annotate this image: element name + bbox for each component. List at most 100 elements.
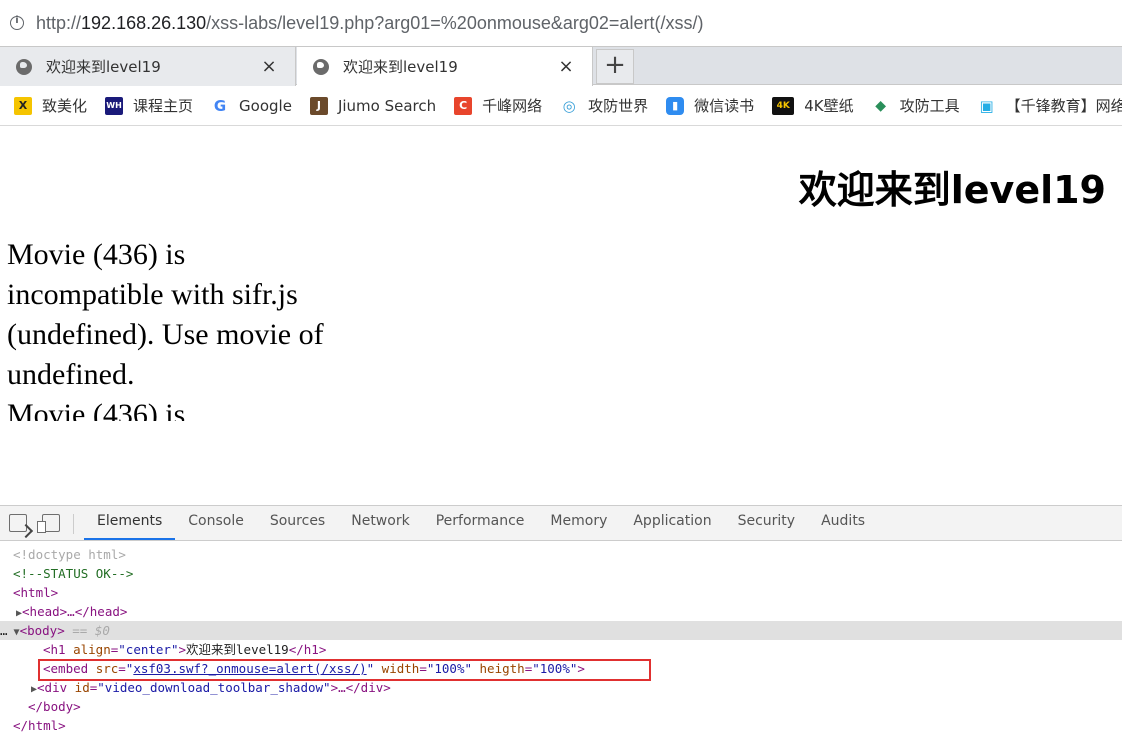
inspect-element-icon[interactable] xyxy=(9,514,27,532)
tab-application[interactable]: Application xyxy=(620,505,724,540)
bookmarks-bar: X 致美化 WH 课程主页 G Google J Jiumo Search C 千峰网络 … xyxy=(0,86,1122,126)
globe-icon xyxy=(313,58,329,75)
page-content: 欢迎来到level19 Movie (436) is incompatible … xyxy=(0,127,1122,505)
body-tag: <body> xyxy=(19,623,65,638)
bookmark-item[interactable]: C 千峰网络 xyxy=(454,95,542,116)
tab-memory[interactable]: Memory xyxy=(537,505,620,540)
dom-node-comment[interactable]: <!--STATUS OK--> xyxy=(0,564,1122,583)
tab-security[interactable]: Security xyxy=(725,505,809,540)
bilibili-logo-icon: ▣ xyxy=(977,96,996,115)
dom-node-embed[interactable]: <embed src="xsf03.swf?_onmouse=alert(/xs… xyxy=(0,659,1122,681)
tab-audits[interactable]: Audits xyxy=(808,505,878,540)
attr-value: "video_download_toolbar_shadow" xyxy=(97,680,331,695)
bookmark-label: 4K壁纸 xyxy=(804,97,854,115)
comment-text: <!--STATUS OK--> xyxy=(13,566,134,581)
toolbar-divider xyxy=(73,514,74,534)
url-text[interactable]: http://192.168.26.130/xss-labs/level19.p… xyxy=(36,13,703,34)
embedded-movie-area[interactable]: Movie (436) is incompatible with sifr.js… xyxy=(7,235,377,421)
shield-logo-icon: ◆ xyxy=(871,96,890,115)
dom-node-head[interactable]: ▶<head>…</head> xyxy=(0,602,1122,621)
bookmark-label: 致美化 xyxy=(42,97,88,115)
tab-network[interactable]: Network xyxy=(338,505,422,540)
bookmark-item[interactable]: G Google xyxy=(211,96,292,115)
movie-text-line: (undefined). Use movie of xyxy=(7,318,324,351)
movie-text-line: incompatible with sifr.js xyxy=(7,278,298,311)
attr-name: align xyxy=(73,642,111,657)
weread-logo-icon: ▮ xyxy=(666,96,685,115)
device-toolbar-icon[interactable] xyxy=(37,514,60,533)
tab-title: 欢迎来到level19 xyxy=(343,58,458,76)
attr-value: "center" xyxy=(118,642,179,657)
bookmark-item[interactable]: ◆ 攻防工具 xyxy=(871,95,960,116)
tab-strip: 欢迎来到level19 × 欢迎来到level19 × + xyxy=(0,46,1122,86)
movie-text-line: Movie (436) is xyxy=(7,398,186,421)
bookmark-item[interactable]: WH 课程主页 xyxy=(105,95,193,116)
html-open-tag: <html> xyxy=(13,585,59,600)
h1-close-tag: </h1> xyxy=(288,642,327,657)
url-host: 192.168.26.130 xyxy=(81,12,207,33)
head-tag: <head>…</head> xyxy=(22,604,128,619)
jiumo-logo-icon: J xyxy=(309,96,328,115)
tab-sources[interactable]: Sources xyxy=(257,505,338,540)
tab-title: 欢迎来到level19 xyxy=(46,58,161,76)
more-options-icon[interactable]: … xyxy=(0,623,8,638)
4k-logo-icon: 4K xyxy=(772,96,795,115)
bookmark-label: 课程主页 xyxy=(133,97,194,115)
html-close-tag: </html> xyxy=(13,718,66,732)
dom-node-body-close[interactable]: </body> xyxy=(0,697,1122,716)
site-info-icon[interactable] xyxy=(10,15,24,30)
devtools-toolbar: Elements Console Sources Network Perform… xyxy=(0,506,1122,541)
dom-node-h1[interactable]: <h1 align="center">欢迎来到level19</h1> xyxy=(0,640,1122,659)
div-close-tag: >…</div> xyxy=(330,680,391,695)
tag-bracket: > xyxy=(178,642,187,657)
bookmark-label: 攻防工具 xyxy=(899,97,960,115)
bookmark-label: 千峰网络 xyxy=(482,97,543,115)
h1-open-tag: <h1 xyxy=(43,642,74,657)
address-bar[interactable]: http://192.168.26.130/xss-labs/level19.p… xyxy=(0,0,1122,46)
browser-tab-2[interactable]: 欢迎来到level19 × xyxy=(297,47,593,86)
movie-text-line: undefined. xyxy=(7,358,135,391)
bookmark-item[interactable]: 4K 4K壁纸 xyxy=(772,95,854,116)
dom-tree: <!doctype html> <!--STATUS OK--> <html> … xyxy=(0,541,1122,732)
google-logo-icon: G xyxy=(211,96,230,115)
devtools-panel: Elements Console Sources Network Perform… xyxy=(0,505,1122,732)
dom-node-html[interactable]: <html> xyxy=(0,583,1122,602)
selected-marker: == $0 xyxy=(64,623,110,638)
dom-node-body[interactable]: … ▼<body> == $0 xyxy=(0,621,1122,640)
browser-tab-1[interactable]: 欢迎来到level19 × xyxy=(0,47,296,86)
bookmark-label: 攻防世界 xyxy=(588,97,649,115)
bookmark-label: Jiumo Search xyxy=(337,96,437,115)
bookmark-item[interactable]: ◎ 攻防世界 xyxy=(560,95,648,116)
bookmark-item[interactable]: X 致美化 xyxy=(14,95,87,116)
collapse-triangle-icon[interactable]: ▼ xyxy=(8,627,20,638)
bookmark-item[interactable]: ▣ 【千锋教育】网络... xyxy=(977,95,1122,116)
body-close-tag: </body> xyxy=(28,699,81,714)
tab-console[interactable]: Console xyxy=(175,505,257,540)
dom-node-html-close[interactable]: </html> xyxy=(0,716,1122,732)
qianfeng-logo-icon: C xyxy=(454,96,473,115)
dom-node-doctype[interactable]: <!doctype html> xyxy=(0,545,1122,564)
close-tab-icon[interactable]: × xyxy=(259,56,279,77)
globe-icon xyxy=(16,58,32,75)
bookmark-label: 微信读书 xyxy=(694,97,755,115)
gongfang-logo-icon: ◎ xyxy=(560,96,579,115)
url-path: /xss-labs/level19.php?arg01=%20onmouse&a… xyxy=(206,12,704,33)
movie-text-line: Movie (436) is xyxy=(7,238,186,271)
wh-logo-icon: WH xyxy=(105,96,124,115)
attr-name: id xyxy=(74,680,90,695)
bookmark-item[interactable]: J Jiumo Search xyxy=(309,96,437,115)
doctype-text: <!doctype html> xyxy=(13,547,126,562)
h1-text: 欢迎来到level19 xyxy=(186,642,289,657)
tab-elements[interactable]: Elements xyxy=(84,505,176,540)
dom-node-div[interactable]: ▶<div id="video_download_toolbar_shadow"… xyxy=(0,678,1122,697)
bookmark-label: 【千锋教育】网络... xyxy=(1005,97,1122,115)
tab-performance[interactable]: Performance xyxy=(423,505,538,540)
bookmark-label: Google xyxy=(239,96,292,115)
div-open-tag: <div xyxy=(37,680,75,695)
new-tab-button[interactable]: + xyxy=(596,49,634,84)
url-prefix: http:// xyxy=(36,12,82,33)
close-tab-icon[interactable]: × xyxy=(556,56,576,77)
bookmark-item[interactable]: ▮ 微信读书 xyxy=(666,95,754,116)
page-heading: 欢迎来到level19 xyxy=(798,168,1106,212)
devtools-tabs: Elements Console Sources Network Perform… xyxy=(84,505,878,540)
